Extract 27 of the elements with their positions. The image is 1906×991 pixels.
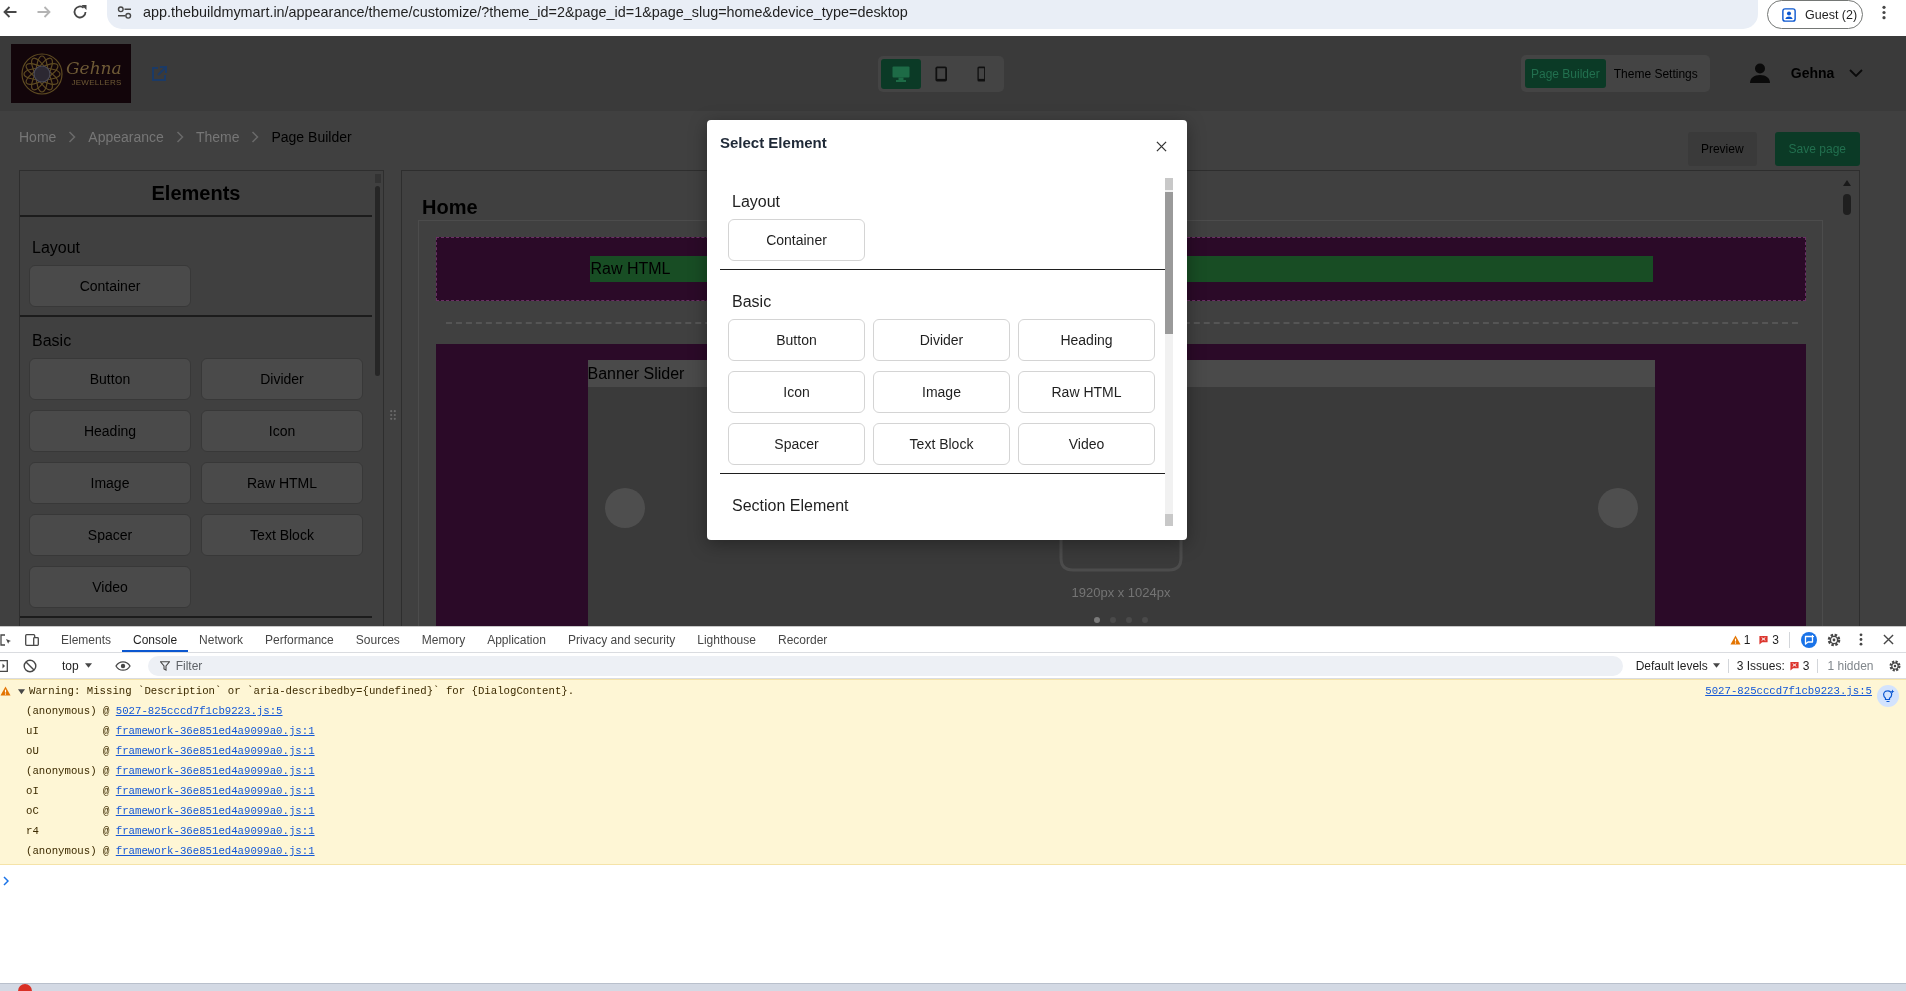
at-sign: @: [102, 844, 111, 859]
function-name: r4: [26, 824, 40, 839]
function-name: oU: [26, 744, 40, 759]
group-label: Layout: [31, 239, 82, 257]
at-sign: @: [102, 824, 111, 839]
function-name: (anonymous): [26, 844, 98, 859]
page-title: Home: [421, 195, 478, 219]
dialog-title: Select Element: [720, 134, 827, 152]
function-name: oC: [26, 804, 40, 819]
function-name: oI: [26, 784, 40, 799]
group-label: Layout: [731, 193, 782, 211]
at-sign: @: [102, 764, 111, 779]
warning-message: Warning: Missing `Description` or `aria-describedby={undefined}` for {DialogContent}.: [29, 684, 575, 699]
function-name: (anonymous): [26, 764, 98, 779]
hidden-count: 1 hidden: [1827, 658, 1874, 673]
at-sign: @: [102, 784, 111, 799]
at-sign: @: [102, 744, 111, 759]
group-label: Section Element: [731, 497, 850, 515]
at-sign: @: [102, 704, 111, 719]
function-name: (anonymous): [26, 704, 98, 719]
at-sign: @: [102, 724, 111, 739]
group-label: Basic: [31, 332, 73, 350]
logo-name: Gehna: [66, 59, 122, 78]
at-sign: @: [102, 804, 111, 819]
panel-title: Elements: [20, 171, 372, 217]
function-name: uI: [26, 724, 40, 739]
logo-tagline: JEWELLERS: [71, 78, 122, 88]
